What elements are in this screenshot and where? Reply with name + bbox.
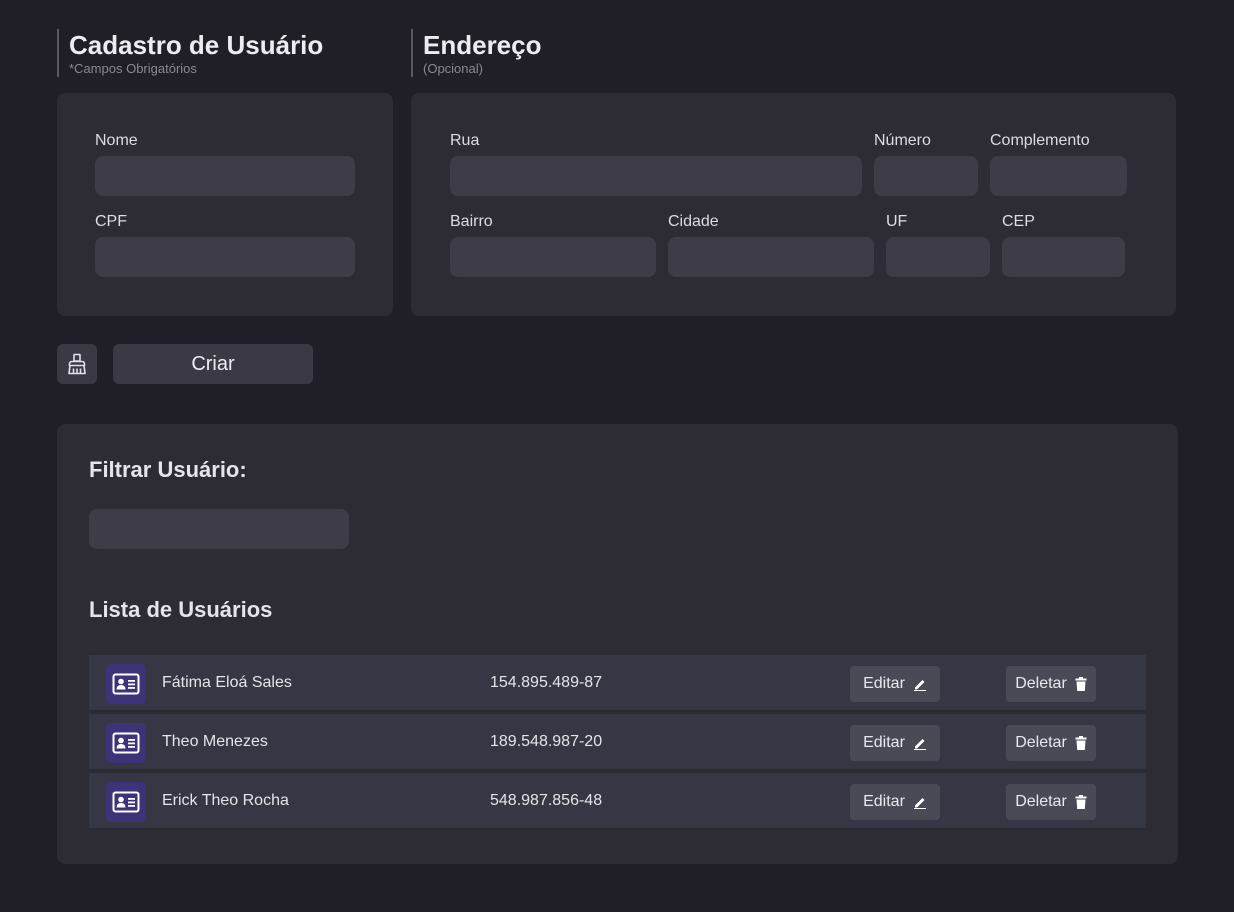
avatar: [106, 723, 146, 763]
id-card-icon: [112, 791, 140, 813]
delete-label: Deletar: [1015, 675, 1067, 692]
cpf-input[interactable]: [95, 237, 355, 277]
uf-label: UF: [886, 213, 908, 230]
user-row: Fátima Eloá Sales 154.895.489-87 Editar …: [89, 655, 1146, 712]
rua-input[interactable]: [450, 156, 862, 196]
filter-input[interactable]: [89, 509, 349, 549]
endereco-subtitle: (Opcional): [423, 61, 483, 76]
complemento-input[interactable]: [990, 156, 1127, 196]
delete-button[interactable]: Deletar: [1006, 666, 1096, 702]
numero-label: Número: [874, 132, 931, 149]
edit-label: Editar: [863, 793, 905, 810]
trash-icon: [1075, 677, 1087, 691]
cadastro-panel: Nome CPF: [57, 93, 393, 316]
cpf-label: CPF: [95, 213, 127, 230]
delete-button[interactable]: Deletar: [1006, 784, 1096, 820]
pencil-icon: [913, 739, 926, 750]
cidade-input[interactable]: [668, 237, 874, 277]
user-row: Erick Theo Rocha 548.987.856-48 Editar D…: [89, 773, 1146, 830]
complemento-label: Complemento: [990, 132, 1090, 149]
endereco-title: Endereço: [423, 30, 542, 60]
cadastro-header: Cadastro de Usuário *Campos Obrigatórios: [57, 29, 323, 77]
endereco-header: Endereço (Opcional): [411, 29, 542, 77]
delete-button[interactable]: Deletar: [1006, 725, 1096, 761]
bairro-label: Bairro: [450, 213, 493, 230]
list-title: Lista de Usuários: [89, 597, 273, 622]
user-row: Theo Menezes 189.548.987-20 Editar Delet…: [89, 714, 1146, 771]
filter-title: Filtrar Usuário:: [89, 457, 247, 482]
edit-label: Editar: [863, 734, 905, 751]
user-cpf: 189.548.987-20: [490, 733, 603, 750]
edit-button[interactable]: Editar: [850, 666, 940, 702]
avatar: [106, 782, 146, 822]
broom-icon: [68, 353, 86, 375]
cadastro-title: Cadastro de Usuário: [69, 30, 324, 60]
bairro-input[interactable]: [450, 237, 656, 277]
delete-label: Deletar: [1015, 734, 1067, 751]
user-name: Fátima Eloá Sales: [162, 674, 292, 691]
cep-input[interactable]: [1002, 237, 1125, 277]
edit-label: Editar: [863, 675, 905, 692]
nome-input[interactable]: [95, 156, 355, 196]
user-name: Theo Menezes: [162, 733, 268, 750]
avatar: [106, 664, 146, 704]
clear-button[interactable]: [57, 344, 97, 384]
id-card-icon: [112, 732, 140, 754]
trash-icon: [1075, 795, 1087, 809]
cidade-label: Cidade: [668, 213, 719, 230]
cadastro-subtitle: *Campos Obrigatórios: [69, 61, 197, 76]
uf-input[interactable]: [886, 237, 990, 277]
edit-button[interactable]: Editar: [850, 784, 940, 820]
rua-label: Rua: [450, 132, 480, 149]
pencil-icon: [913, 680, 926, 691]
create-button[interactable]: Criar: [113, 344, 313, 384]
id-card-icon: [112, 673, 140, 695]
user-name: Erick Theo Rocha: [162, 792, 289, 809]
cep-label: CEP: [1002, 213, 1035, 230]
edit-button[interactable]: Editar: [850, 725, 940, 761]
pencil-icon: [913, 798, 926, 809]
delete-label: Deletar: [1015, 793, 1067, 810]
trash-icon: [1075, 736, 1087, 750]
user-cpf: 154.895.489-87: [490, 674, 603, 691]
numero-input[interactable]: [874, 156, 978, 196]
nome-label: Nome: [95, 132, 138, 149]
user-cpf: 548.987.856-48: [490, 792, 603, 809]
endereco-panel: Rua Número Complemento Bairro Cidade UF …: [411, 93, 1176, 316]
